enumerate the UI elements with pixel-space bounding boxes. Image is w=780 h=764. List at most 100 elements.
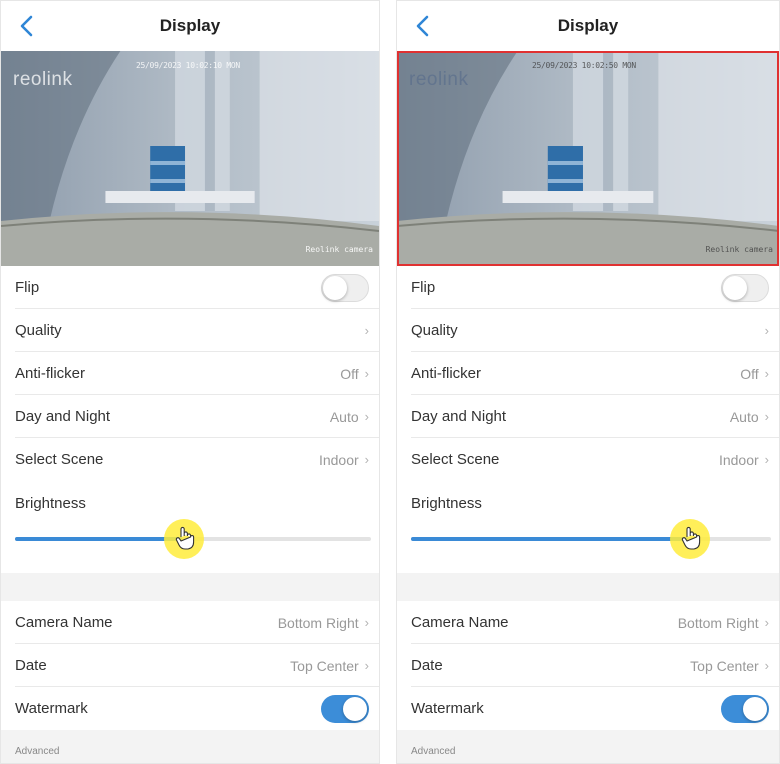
- settings-group-overlay: Camera Name Bottom Right › Date Top Center › W…: [1, 601, 379, 730]
- setting-value: Auto ›: [730, 409, 769, 425]
- setting-value-text: Bottom Right: [277, 614, 359, 631]
- setting-row-flip[interactable]: Flip: [397, 266, 779, 309]
- page-title: Display: [557, 16, 619, 35]
- hand-pointer-icon: [174, 525, 196, 551]
- setting-label: Quality: [411, 322, 458, 339]
- setting-row-watermark[interactable]: Watermark: [397, 687, 779, 730]
- setting-row-select-scene[interactable]: Select Scene Indoor ›: [1, 438, 379, 481]
- setting-label: Date: [15, 657, 47, 674]
- timestamp-overlay: 25/09/2023 10:02:50 MON: [532, 61, 636, 70]
- setting-row-quality[interactable]: Quality ›: [1, 309, 379, 352]
- chevron-right-icon: ›: [364, 452, 369, 467]
- setting-value: ›: [759, 323, 769, 338]
- setting-value-text: Top Center: [690, 657, 759, 674]
- chevron-right-icon: ›: [364, 658, 369, 673]
- camera-preview[interactable]: reolink 25/09/2023 10:02:50 MON Reolink …: [397, 51, 779, 266]
- setting-value: Bottom Right ›: [278, 615, 369, 631]
- setting-value: Indoor ›: [719, 452, 769, 468]
- chevron-right-icon: ›: [764, 615, 769, 630]
- watermark-toggle[interactable]: [321, 694, 369, 723]
- setting-row-flip[interactable]: Flip: [1, 266, 379, 309]
- chevron-right-icon: ›: [364, 323, 369, 338]
- setting-row-day-and-night[interactable]: Day and Night Auto ›: [397, 395, 779, 438]
- setting-row-quality[interactable]: Quality ›: [397, 309, 779, 352]
- setting-value: ›: [359, 323, 369, 338]
- setting-label: Watermark: [411, 700, 484, 717]
- slider-fill: [15, 537, 183, 541]
- setting-label: Date: [411, 657, 443, 674]
- setting-value-text: Off: [740, 365, 759, 382]
- setting-label: Camera Name: [411, 614, 509, 631]
- setting-row-day-and-night[interactable]: Day and Night Auto ›: [1, 395, 379, 438]
- advanced-section-header: Advanced: [1, 730, 379, 763]
- setting-value: Auto ›: [330, 409, 369, 425]
- timestamp-overlay: 25/09/2023 10:02:10 MON: [136, 61, 240, 70]
- setting-value: Bottom Right ›: [678, 615, 769, 631]
- setting-label: Watermark: [15, 700, 88, 717]
- advanced-section-header: Advanced: [397, 730, 779, 763]
- hand-pointer-icon: [680, 525, 702, 551]
- brightness-label: Brightness: [15, 495, 86, 512]
- section-gap: [1, 573, 379, 601]
- settings-group-main: Flip Quality › Anti-flicker Off › Day and Nigh…: [397, 266, 779, 481]
- settings-group-main: Flip Quality › Anti-flicker Off › Day and Nigh…: [1, 266, 379, 481]
- chevron-right-icon: ›: [764, 366, 769, 381]
- setting-value-text: Off: [340, 365, 359, 382]
- display-screen-left: Display reolink 25/09/2023 10:02:10 MON …: [0, 0, 380, 764]
- setting-label: Anti-flicker: [15, 365, 86, 382]
- brightness-section: Brightness: [1, 481, 379, 573]
- setting-label: Quality: [15, 322, 62, 339]
- setting-label: Select Scene: [411, 451, 500, 468]
- chevron-right-icon: ›: [764, 452, 769, 467]
- setting-value-text: Indoor: [718, 451, 759, 468]
- setting-row-date[interactable]: Date Top Center ›: [1, 644, 379, 687]
- setting-label: Camera Name: [15, 614, 113, 631]
- setting-value-text: Indoor: [318, 451, 359, 468]
- brightness-section: Brightness: [397, 481, 779, 573]
- setting-label: Flip: [15, 279, 40, 296]
- setting-row-anti-flicker[interactable]: Anti-flicker Off ›: [397, 352, 779, 395]
- toggle-knob: [323, 275, 347, 300]
- setting-label: Day and Night: [411, 408, 507, 425]
- toggle-knob: [743, 696, 767, 721]
- flip-toggle[interactable]: [721, 273, 769, 302]
- setting-value: Top Center ›: [290, 658, 369, 674]
- brightness-slider[interactable]: [411, 537, 771, 541]
- chevron-right-icon: ›: [364, 409, 369, 424]
- chevron-right-icon: ›: [764, 323, 769, 338]
- slider-fill: [411, 537, 689, 541]
- setting-value-text: Auto: [329, 408, 359, 425]
- setting-value-text: Top Center: [290, 657, 359, 674]
- setting-row-camera-name[interactable]: Camera Name Bottom Right ›: [397, 601, 779, 644]
- back-chevron-icon[interactable]: [15, 13, 41, 39]
- chevron-right-icon: ›: [364, 615, 369, 630]
- chevron-right-icon: ›: [764, 658, 769, 673]
- setting-value-text: Auto: [729, 408, 759, 425]
- setting-row-camera-name[interactable]: Camera Name Bottom Right ›: [1, 601, 379, 644]
- setting-row-select-scene[interactable]: Select Scene Indoor ›: [397, 438, 779, 481]
- setting-value: Off ›: [340, 366, 369, 382]
- setting-value: Top Center ›: [690, 658, 769, 674]
- display-screen-right: Display reolink 25/09/2023 10:02:50 MON …: [396, 0, 780, 764]
- setting-value: Off ›: [740, 366, 769, 382]
- toggle-knob: [343, 696, 367, 721]
- page-title: Display: [159, 16, 221, 35]
- watermark-toggle[interactable]: [721, 694, 769, 723]
- setting-row-anti-flicker[interactable]: Anti-flicker Off ›: [1, 352, 379, 395]
- camera-name-overlay: Reolink camera: [705, 245, 773, 254]
- section-gap: [397, 573, 779, 601]
- setting-row-date[interactable]: Date Top Center ›: [397, 644, 779, 687]
- flip-toggle[interactable]: [321, 273, 369, 302]
- reolink-watermark: reolink: [13, 69, 73, 90]
- chevron-right-icon: ›: [764, 409, 769, 424]
- reolink-watermark: reolink: [409, 69, 469, 90]
- camera-preview[interactable]: reolink 25/09/2023 10:02:10 MON Reolink …: [1, 51, 379, 266]
- back-chevron-icon[interactable]: [411, 13, 437, 39]
- setting-row-watermark[interactable]: Watermark: [1, 687, 379, 730]
- nav-bar: Display: [397, 1, 779, 51]
- nav-bar: Display: [1, 1, 379, 51]
- setting-value: Indoor ›: [319, 452, 369, 468]
- setting-value-text: Bottom Right: [677, 614, 759, 631]
- setting-label: Select Scene: [15, 451, 104, 468]
- setting-label: Anti-flicker: [411, 365, 482, 382]
